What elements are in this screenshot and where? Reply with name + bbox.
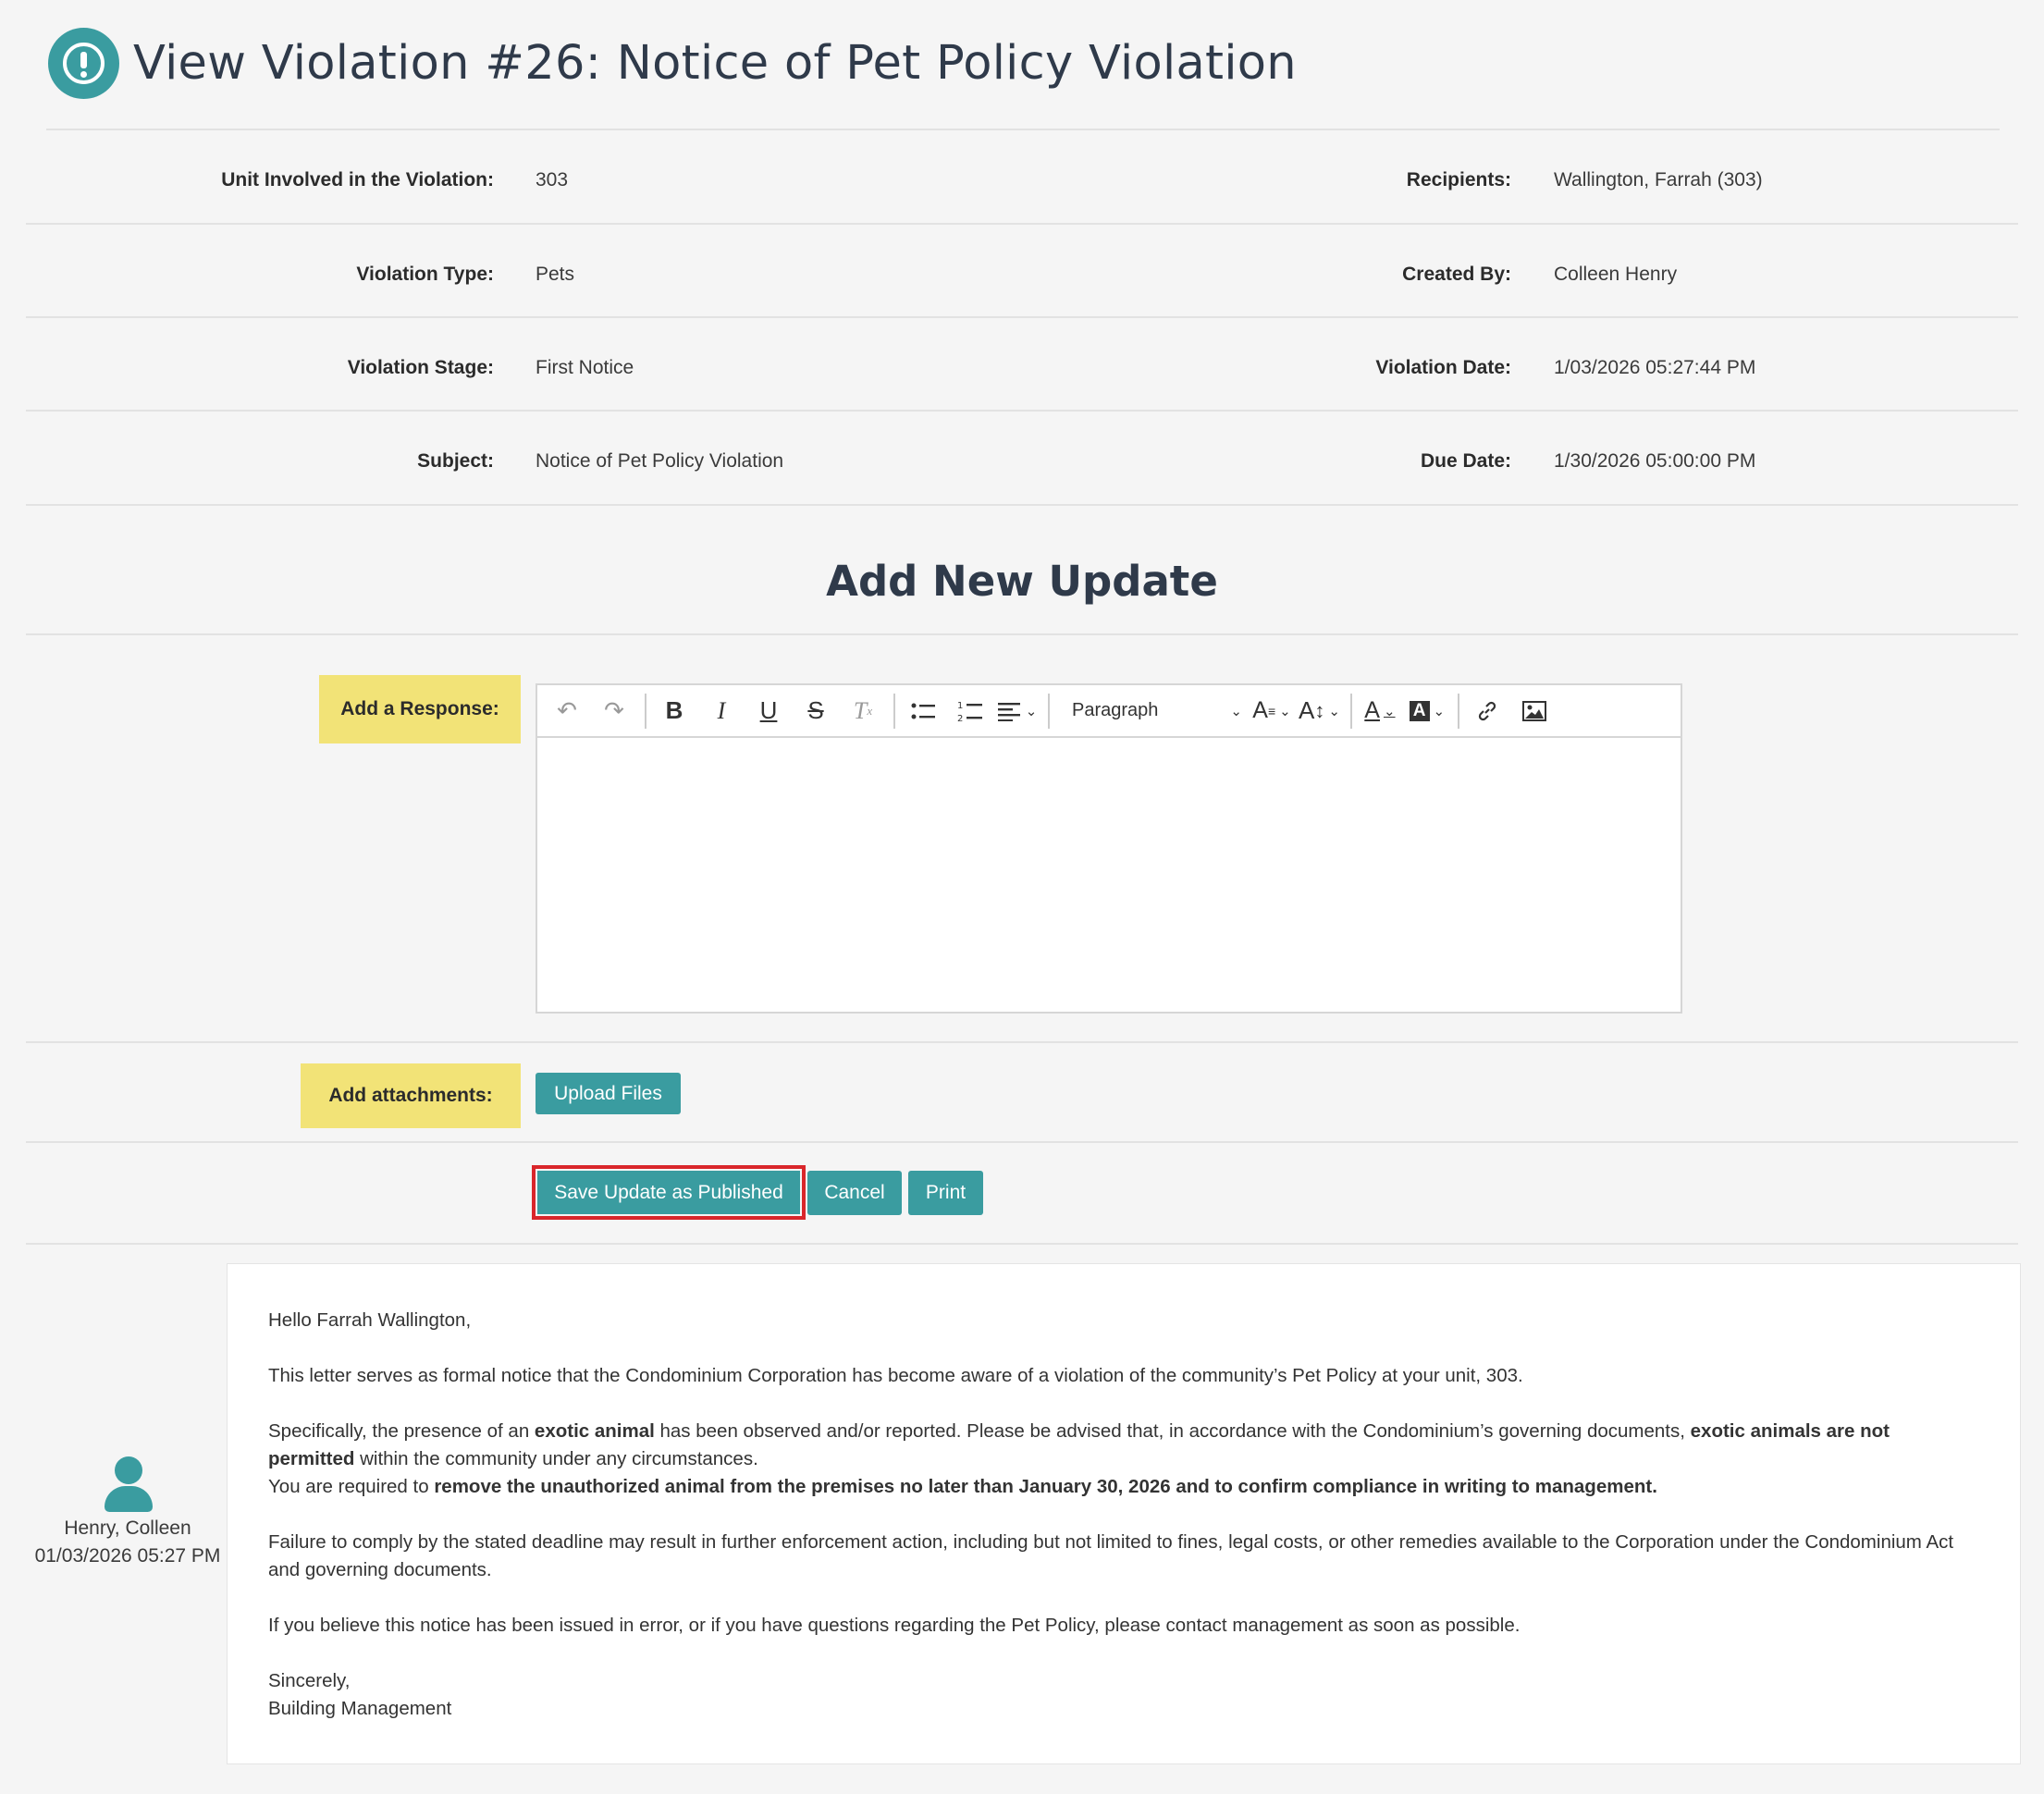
undo-icon[interactable]: ↶: [547, 693, 587, 730]
page-header: View Violation #26: Notice of Pet Policy…: [48, 23, 1297, 103]
section-divider: [26, 1243, 2018, 1245]
unit-label: Unit Involved in the Violation:: [221, 169, 494, 190]
bold-icon[interactable]: B: [654, 693, 695, 730]
row-divider: [26, 504, 2018, 506]
chevron-down-icon: ⌄: [1230, 703, 1242, 719]
paragraph-select-value: Paragraph: [1072, 700, 1159, 720]
page-title: View Violation #26: Notice of Pet Policy…: [133, 35, 1297, 91]
violation-date-label: Violation Date:: [1375, 357, 1511, 378]
due-date-label: Due Date:: [1420, 450, 1511, 472]
chevron-down-icon: ⌄: [1025, 703, 1038, 719]
add-response-label: Add a Response:: [319, 675, 521, 743]
add-attachments-label: Add attachments:: [301, 1063, 521, 1128]
created-by-label: Created By:: [1402, 264, 1511, 285]
align-icon[interactable]: ⌄: [997, 693, 1038, 730]
violation-type-value: Pets: [536, 264, 575, 285]
violation-date-value: 1/03/2026 05:27:44 PM: [1554, 357, 1756, 378]
redo-icon[interactable]: ↷: [594, 693, 634, 730]
italic-icon[interactable]: I: [701, 693, 742, 730]
alert-circle-icon: [48, 27, 119, 99]
author-name: Henry, Colleen: [64, 1518, 191, 1539]
svg-text:2: 2: [957, 714, 963, 723]
recipients-label: Recipients:: [1406, 169, 1511, 190]
toolbar-separator: [1349, 693, 1352, 729]
toolbar-separator: [893, 693, 895, 729]
due-date-value: 1/30/2026 05:00:00 PM: [1554, 450, 1756, 472]
update-timestamp: 01/03/2026 05:27 PM: [34, 1545, 221, 1567]
toolbar-separator: [1457, 693, 1459, 729]
section-divider: [26, 633, 2018, 635]
update-author: Henry, Colleen 01/03/2026 05:27 PM: [26, 1456, 229, 1567]
message-paragraph: You are required to remove the unauthori…: [268, 1476, 1657, 1497]
created-by-value: Colleen Henry: [1554, 264, 1678, 285]
svg-text:1: 1: [957, 701, 963, 711]
font-background-icon[interactable]: A ⌄: [1407, 693, 1447, 730]
violation-stage-value: First Notice: [536, 357, 634, 378]
image-icon[interactable]: [1514, 693, 1555, 730]
remove-format-icon[interactable]: Tx: [843, 693, 883, 730]
paragraph-style-select[interactable]: Paragraph ⌄: [1057, 693, 1251, 730]
rich-text-editor: ↶ ↷ B I U S Tx 12 ⌄ Paragraph ⌄ A ≡ ⌄ A ↕ ⌄ …: [536, 683, 1682, 1014]
message-signature: Building Management: [268, 1698, 452, 1719]
cancel-button[interactable]: Cancel: [807, 1171, 902, 1215]
link-icon[interactable]: [1467, 693, 1508, 730]
violation-type-label: Violation Type:: [356, 264, 494, 285]
add-update-heading: Add New Update: [826, 557, 1218, 606]
message-paragraph: Specifically, the presence of an exotic …: [268, 1420, 1890, 1469]
violation-stage-label: Violation Stage:: [347, 357, 494, 378]
message-greeting: Hello Farrah Wallington,: [268, 1309, 472, 1331]
bulleted-list-icon[interactable]: [903, 693, 943, 730]
editor-toolbar: ↶ ↷ B I U S Tx 12 ⌄ Paragraph ⌄ A ≡ ⌄ A ↕ ⌄ …: [537, 685, 1681, 738]
message-paragraph: This letter serves as formal notice that…: [268, 1365, 1523, 1386]
recipients-value: Wallington, Farrah (303): [1554, 169, 1763, 190]
row-divider: [26, 410, 2018, 412]
print-button[interactable]: Print: [908, 1171, 983, 1215]
message-paragraph: If you believe this notice has been issu…: [268, 1615, 1521, 1636]
header-divider: [46, 129, 2000, 130]
numbered-list-icon[interactable]: 12: [950, 693, 991, 730]
message-closing: Sincerely,: [268, 1670, 351, 1691]
update-message: Hello Farrah Wallington, This letter ser…: [227, 1263, 2021, 1764]
section-divider: [26, 1041, 2018, 1043]
toolbar-separator: [1048, 693, 1050, 729]
unit-value: 303: [536, 169, 569, 190]
font-family-icon[interactable]: A ≡ ⌄: [1251, 693, 1292, 730]
upload-files-button[interactable]: Upload Files: [536, 1073, 681, 1114]
row-divider: [26, 316, 2018, 318]
font-size-icon[interactable]: A ↕ ⌄: [1299, 693, 1340, 730]
section-divider: [26, 1141, 2018, 1143]
save-update-published-button[interactable]: Save Update as Published: [532, 1165, 806, 1220]
font-color-icon[interactable]: A ⌄: [1360, 693, 1400, 730]
row-divider: [26, 223, 2018, 225]
toolbar-separator: [645, 693, 646, 729]
subject-value: Notice of Pet Policy Violation: [536, 450, 784, 472]
message-paragraph: Failure to comply by the stated deadline…: [268, 1531, 1954, 1580]
subject-label: Subject:: [417, 450, 494, 472]
strikethrough-icon[interactable]: S: [795, 693, 836, 730]
editor-content-area[interactable]: [537, 738, 1681, 1012]
user-icon: [103, 1456, 153, 1512]
underline-icon[interactable]: U: [748, 693, 789, 730]
